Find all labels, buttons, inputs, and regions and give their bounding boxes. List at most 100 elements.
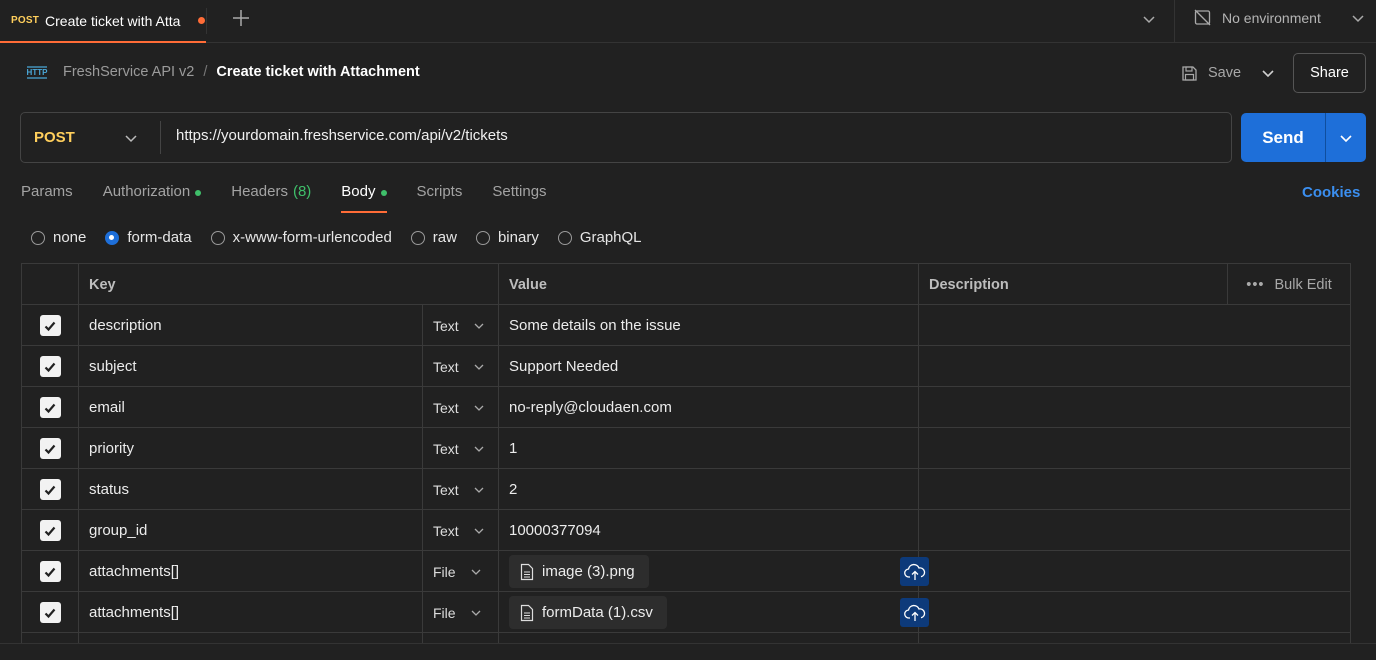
share-button[interactable]: Share	[1293, 53, 1366, 93]
radio-circle-icon	[210, 230, 225, 245]
radio-raw-label: raw	[432, 229, 457, 246]
tab-params-label: Params	[21, 183, 73, 200]
checkmark-icon	[44, 567, 56, 577]
description-cell[interactable]	[919, 387, 1351, 428]
value-cell[interactable]: formData (1).csv	[499, 592, 929, 633]
tab-scripts[interactable]: Scripts	[417, 183, 463, 213]
type-selector[interactable]: Text	[423, 428, 499, 469]
value-text: 1	[509, 440, 518, 457]
value-text: no-reply@cloudaen.com	[509, 399, 672, 416]
type-selector[interactable]: Text	[423, 305, 499, 346]
save-options-chevron-down-icon[interactable]	[1259, 64, 1277, 82]
value-text: 10000377094	[509, 522, 601, 539]
row-enabled-checkbox[interactable]	[39, 520, 61, 541]
key-cell[interactable]: group_id	[79, 510, 423, 551]
type-selector[interactable]: Text	[423, 346, 499, 387]
tab-body-label: Body	[341, 183, 376, 200]
row-check-cell	[22, 469, 79, 510]
description-cell[interactable]	[919, 346, 1351, 387]
description-cell[interactable]	[919, 305, 1351, 346]
file-chip[interactable]: image (3).png	[509, 555, 649, 588]
key-cell[interactable]: attachments[]	[79, 592, 423, 633]
description-cell[interactable]	[919, 428, 1351, 469]
header-description: Description	[919, 264, 1228, 305]
radio-binary[interactable]: binary	[475, 229, 539, 246]
type-chevron-down-icon	[474, 405, 484, 411]
table-row: subject Text Support Needed	[22, 346, 1351, 387]
row-enabled-checkbox[interactable]	[39, 602, 61, 623]
tab-settings[interactable]: Settings	[492, 183, 546, 213]
table-row: attachments[] File formData (1).csv	[22, 592, 1351, 633]
new-tab-plus-icon[interactable]	[230, 7, 252, 29]
type-selector[interactable]: Text	[423, 510, 499, 551]
value-cell[interactable]: Some details on the issue	[499, 305, 919, 346]
type-selector[interactable]: File	[423, 592, 499, 633]
tab-headers[interactable]: Headers (8)	[231, 183, 311, 213]
row-check-cell	[22, 387, 79, 428]
row-enabled-checkbox[interactable]	[39, 397, 61, 418]
value-cell[interactable]: 10000377094	[499, 510, 919, 551]
send-options-chevron-down-icon[interactable]	[1326, 113, 1366, 162]
checkmark-icon	[44, 608, 56, 618]
value-cell[interactable]: Support Needed	[499, 346, 919, 387]
method-selector[interactable]: POST	[21, 113, 160, 162]
checkmark-icon	[44, 362, 56, 372]
url-input[interactable]: https://yourdomain.freshservice.com/api/…	[176, 127, 1176, 144]
table-row: attachments[] File image (3).png	[22, 551, 1351, 592]
type-selector[interactable]: Text	[423, 387, 499, 428]
save-button[interactable]: Save	[1180, 61, 1241, 85]
breadcrumb-collection[interactable]: FreshService API v2	[63, 64, 194, 80]
key-text: attachments[]	[89, 604, 180, 621]
tab-authorization[interactable]: Authorization	[103, 183, 202, 213]
bulk-edit-button[interactable]: ••• Bulk Edit	[1228, 264, 1351, 305]
description-cell[interactable]	[919, 592, 1351, 633]
send-button[interactable]: Send	[1241, 113, 1325, 162]
row-enabled-checkbox[interactable]	[39, 356, 61, 377]
environment-selector[interactable]: No environment	[1193, 0, 1321, 35]
key-cell[interactable]: status	[79, 469, 423, 510]
type-chevron-down-icon	[471, 610, 481, 616]
key-cell[interactable]: attachments[]	[79, 551, 423, 592]
description-cell[interactable]	[919, 510, 1351, 551]
key-cell[interactable]: email	[79, 387, 423, 428]
type-selector[interactable]: Text	[423, 469, 499, 510]
radio-form-data[interactable]: form-data	[105, 229, 192, 246]
radio-graphql[interactable]: GraphQL	[557, 229, 642, 246]
file-chip[interactable]: formData (1).csv	[509, 596, 667, 629]
key-cell[interactable]: priority	[79, 428, 423, 469]
radio-none[interactable]: none	[31, 229, 86, 246]
tab-list-chevron-down-icon[interactable]	[1141, 11, 1157, 27]
send-button-group: Send	[1241, 113, 1366, 162]
tab-params[interactable]: Params	[21, 183, 73, 213]
row-check-cell	[22, 305, 79, 346]
radio-form-data-label: form-data	[127, 229, 192, 246]
type-chevron-down-icon	[474, 323, 484, 329]
row-enabled-checkbox[interactable]	[39, 438, 61, 459]
description-cell[interactable]	[919, 469, 1351, 510]
type-label: File	[433, 563, 456, 580]
type-selector[interactable]: File	[423, 551, 499, 592]
row-enabled-checkbox[interactable]	[39, 561, 61, 582]
key-cell[interactable]: subject	[79, 346, 423, 387]
key-cell[interactable]: description	[79, 305, 423, 346]
value-cell[interactable]: no-reply@cloudaen.com	[499, 387, 919, 428]
tab-body[interactable]: Body	[341, 183, 387, 213]
radio-raw[interactable]: raw	[410, 229, 457, 246]
method-chevron-down-icon[interactable]	[123, 130, 139, 146]
more-options-icon[interactable]: •••	[1246, 277, 1264, 293]
request-name[interactable]: Create ticket with Attachment	[216, 64, 419, 80]
value-cell[interactable]: image (3).png	[499, 551, 929, 592]
url-bar: POST https://yourdomain.freshservice.com…	[20, 112, 1232, 163]
row-check-cell	[22, 428, 79, 469]
checkmark-icon	[44, 444, 56, 454]
row-enabled-checkbox[interactable]	[39, 315, 61, 336]
value-cell[interactable]: 2	[499, 469, 919, 510]
radio-urlencoded[interactable]: x-www-form-urlencoded	[210, 229, 392, 246]
request-tab[interactable]: POST Create ticket with Atta	[0, 0, 206, 43]
environment-chevron-down-icon[interactable]	[1351, 11, 1365, 25]
cookies-link[interactable]: Cookies	[1302, 184, 1360, 201]
tab-method: POST	[11, 15, 40, 26]
value-cell[interactable]: 1	[499, 428, 919, 469]
row-enabled-checkbox[interactable]	[39, 479, 61, 500]
description-cell[interactable]	[919, 551, 1351, 592]
